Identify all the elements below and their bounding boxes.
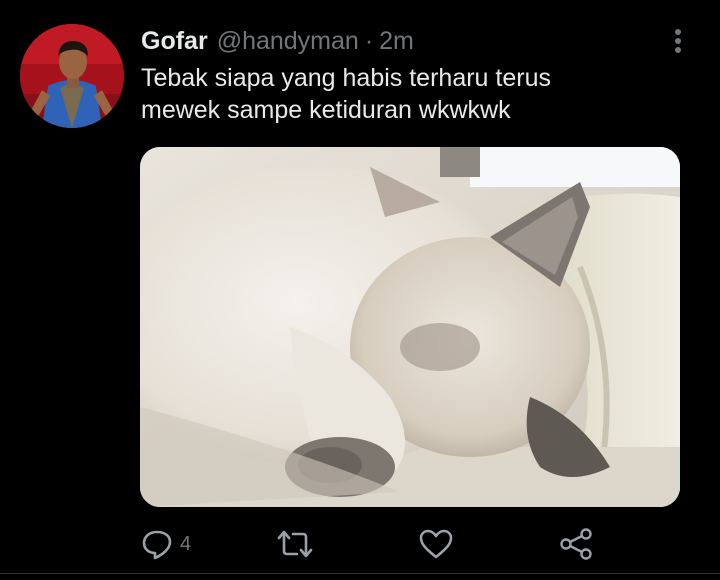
share-icon [560,528,592,560]
tweet-text: Tebak siapa yang habis terharu terus mew… [141,64,551,124]
reply-button[interactable]: 4 [140,524,191,564]
like-button[interactable] [418,524,454,564]
tweet[interactable]: Gofar @handyman · 2m Tebak siapa yang ha… [0,0,720,580]
share-button[interactable] [558,524,594,564]
avatar-photo [20,24,124,128]
divider [0,573,720,574]
reply-icon [142,530,172,560]
reply-count: 4 [180,532,192,555]
tweet-actions: 4 [140,524,610,564]
heart-icon [419,529,453,559]
tweet-media-photo[interactable] [140,147,680,507]
display-name[interactable]: Gofar [141,26,208,56]
tweet-header: Gofar @handyman · 2m [141,26,414,56]
more-vertical-icon [675,29,681,53]
separator-dot: · [364,27,374,55]
timestamp[interactable]: 2m [379,26,414,56]
sleeping-kitten-image [140,147,680,507]
user-handle[interactable]: @handyman [217,26,359,56]
more-options-button[interactable] [662,24,694,58]
retweet-button[interactable] [276,524,314,564]
avatar[interactable] [20,24,124,128]
retweet-icon [277,530,313,558]
